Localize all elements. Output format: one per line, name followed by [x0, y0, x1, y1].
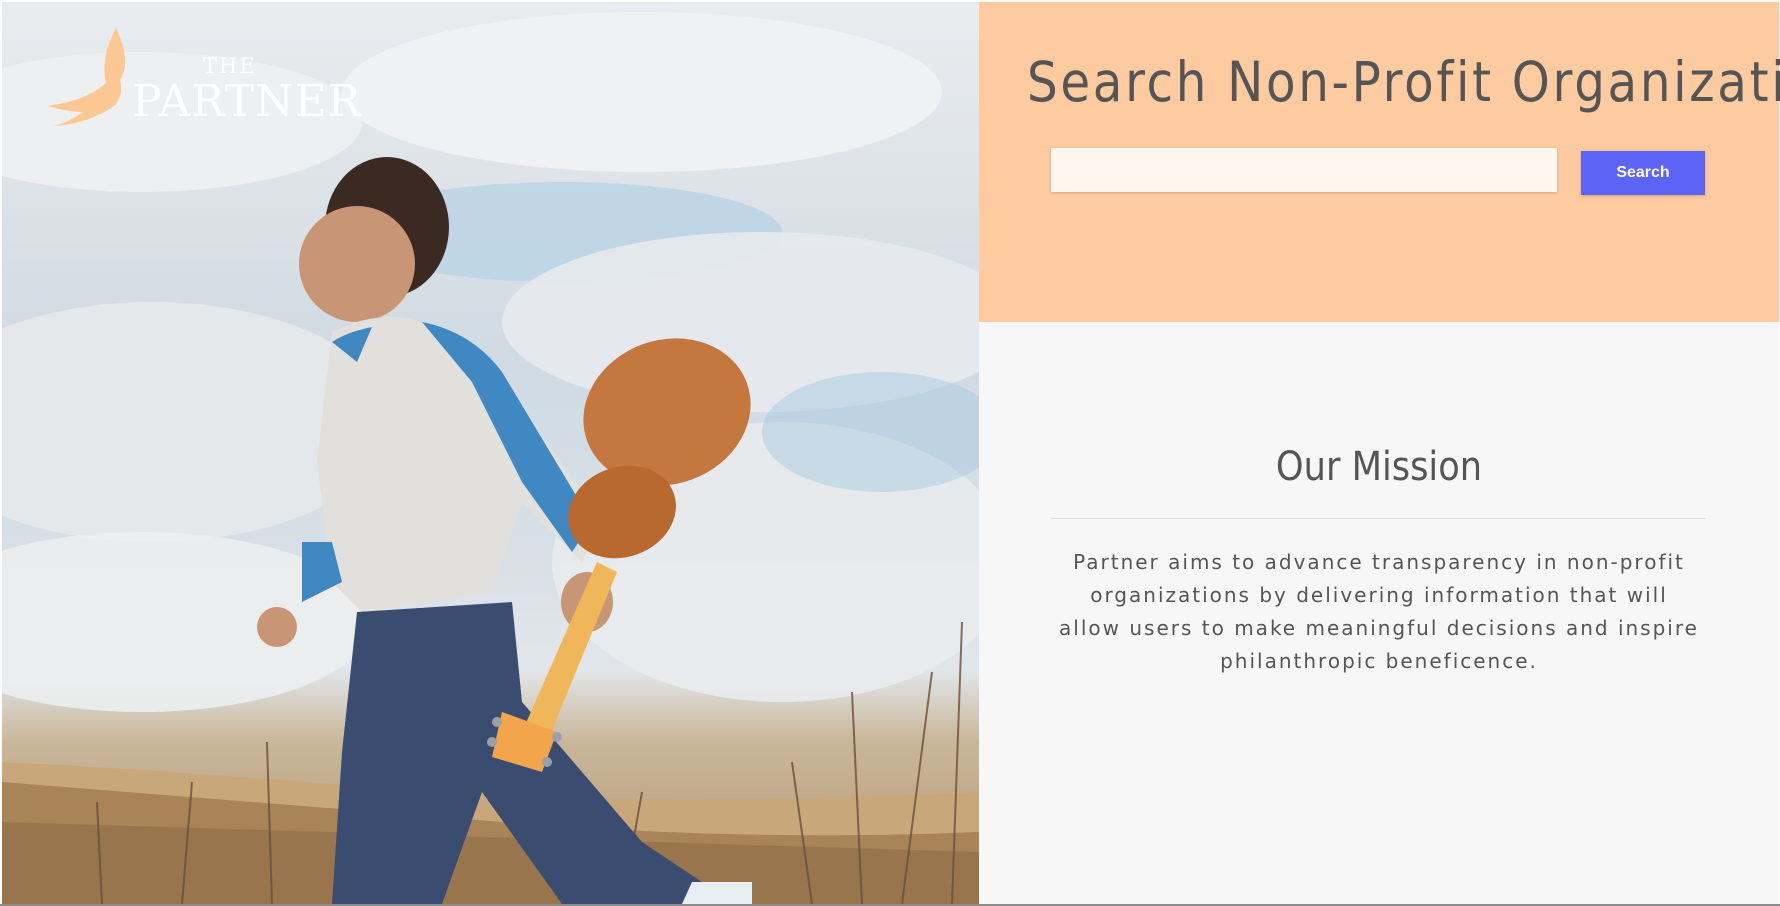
mission-section: Our Mission Partner aims to advance tran… — [979, 322, 1779, 904]
search-title: Search Non-Profit Organization — [1027, 50, 1780, 114]
hero-image: THE PARTNER — [2, 2, 979, 904]
search-button[interactable]: Search — [1581, 151, 1705, 195]
search-panel: Search Non-Profit Organization Search — [979, 2, 1780, 322]
page: THE PARTNER Search Non-Profit Organizati… — [0, 0, 1780, 906]
logo-the-text: THE — [203, 54, 257, 78]
bird-icon — [48, 28, 126, 126]
mission-divider — [1051, 518, 1705, 519]
logo[interactable]: THE PARTNER — [28, 28, 361, 138]
search-input[interactable] — [1051, 148, 1557, 192]
logo-partner-text: PARTNER — [132, 76, 362, 127]
mission-title: Our Mission — [1275, 444, 1483, 490]
mission-text: Partner aims to advance transparency in … — [1059, 550, 1699, 673]
